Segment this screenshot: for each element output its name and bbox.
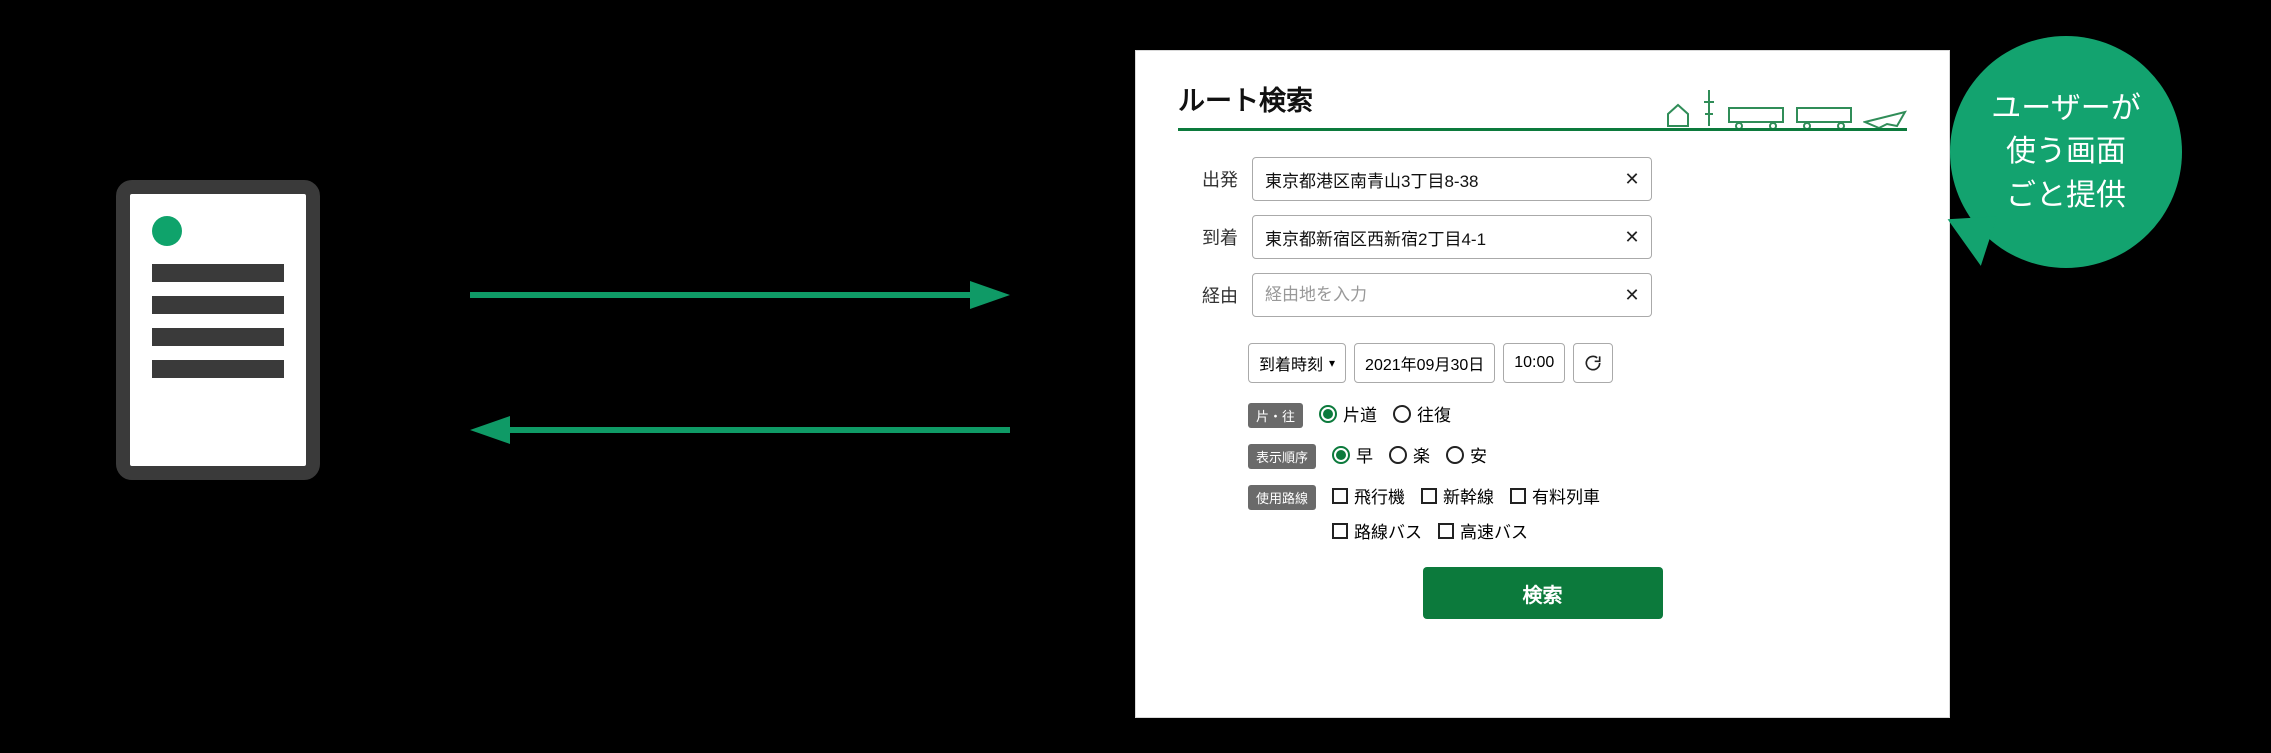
- radio-cheap[interactable]: 安: [1446, 442, 1487, 467]
- route-search-panel: ルート検索 出発 ✕ 到着 ✕ 経由: [1135, 50, 1950, 718]
- clear-icon[interactable]: ✕: [1621, 168, 1643, 190]
- time-mode-select[interactable]: 到着時刻 ▾: [1248, 343, 1346, 383]
- chk-shinkansen[interactable]: 新幹線: [1421, 483, 1494, 508]
- time-value: 10:00: [1514, 354, 1554, 372]
- sort-order-row: 表示順序 早 楽 安: [1178, 442, 1907, 469]
- departure-field[interactable]: ✕: [1252, 157, 1652, 201]
- house-icon: [1665, 102, 1691, 128]
- bidirectional-arrows: [470, 275, 1010, 475]
- refresh-icon: [1583, 353, 1603, 373]
- chk-airplane[interactable]: 飛行機: [1332, 483, 1405, 508]
- skyline-decoration: [1665, 84, 1907, 128]
- date-field[interactable]: 2021年09月30日: [1354, 343, 1495, 383]
- datetime-controls: 到着時刻 ▾ 2021年09月30日 10:00: [1178, 343, 1907, 383]
- device-line: [152, 328, 284, 346]
- time-mode-value: 到着時刻: [1259, 351, 1323, 375]
- arrow-right-icon: [470, 275, 1010, 315]
- radio-roundtrip[interactable]: 往復: [1393, 401, 1451, 426]
- departure-row: 出発 ✕: [1182, 157, 1903, 201]
- clear-icon[interactable]: ✕: [1621, 226, 1643, 248]
- arrival-row: 到着 ✕: [1182, 215, 1903, 259]
- clear-icon[interactable]: ✕: [1621, 284, 1643, 306]
- device-dot: [152, 216, 182, 246]
- radio-easy[interactable]: 楽: [1389, 442, 1430, 467]
- via-row: 経由 ✕: [1182, 273, 1903, 317]
- sort-order-pill: 表示順序: [1248, 444, 1316, 469]
- departure-input[interactable]: [1265, 169, 1621, 189]
- transport-pill: 使用路線: [1248, 485, 1316, 510]
- arrival-input[interactable]: [1265, 227, 1621, 247]
- panel-header: ルート検索: [1178, 79, 1907, 131]
- departure-label: 出発: [1182, 166, 1238, 192]
- train-icon: [1795, 102, 1853, 128]
- radio-fast[interactable]: 早: [1332, 442, 1373, 467]
- chk-paid-train[interactable]: 有料列車: [1510, 483, 1600, 508]
- time-field[interactable]: 10:00: [1503, 343, 1565, 383]
- tower-icon: [1701, 88, 1717, 128]
- trip-type-pill: 片・往: [1248, 403, 1303, 428]
- date-value: 2021年09月30日: [1365, 351, 1484, 375]
- callout-bubble: ユーザーが使う画面ごと提供: [1950, 36, 2182, 268]
- document-device-icon: [116, 180, 320, 480]
- chk-local-bus[interactable]: 路線バス: [1332, 518, 1422, 543]
- plane-icon: [1863, 108, 1907, 128]
- refresh-button[interactable]: [1573, 343, 1613, 383]
- train-icon: [1727, 102, 1785, 128]
- via-label: 経由: [1182, 282, 1238, 308]
- radio-oneway[interactable]: 片道: [1319, 401, 1377, 426]
- via-field[interactable]: ✕: [1252, 273, 1652, 317]
- device-line: [152, 296, 284, 314]
- chk-highway-bus[interactable]: 高速バス: [1438, 518, 1528, 543]
- search-button[interactable]: 検索: [1423, 567, 1663, 619]
- arrow-left-icon: [470, 410, 1010, 450]
- device-line: [152, 264, 284, 282]
- transport-row: 使用路線 飛行機 新幹線 有料列車 路線バス 高速バス: [1178, 483, 1907, 543]
- device-line: [152, 360, 284, 378]
- arrival-field[interactable]: ✕: [1252, 215, 1652, 259]
- chevron-down-icon: ▾: [1329, 356, 1335, 370]
- arrival-label: 到着: [1182, 224, 1238, 250]
- via-input[interactable]: [1265, 285, 1621, 305]
- trip-type-row: 片・往 片道 往復: [1178, 401, 1907, 428]
